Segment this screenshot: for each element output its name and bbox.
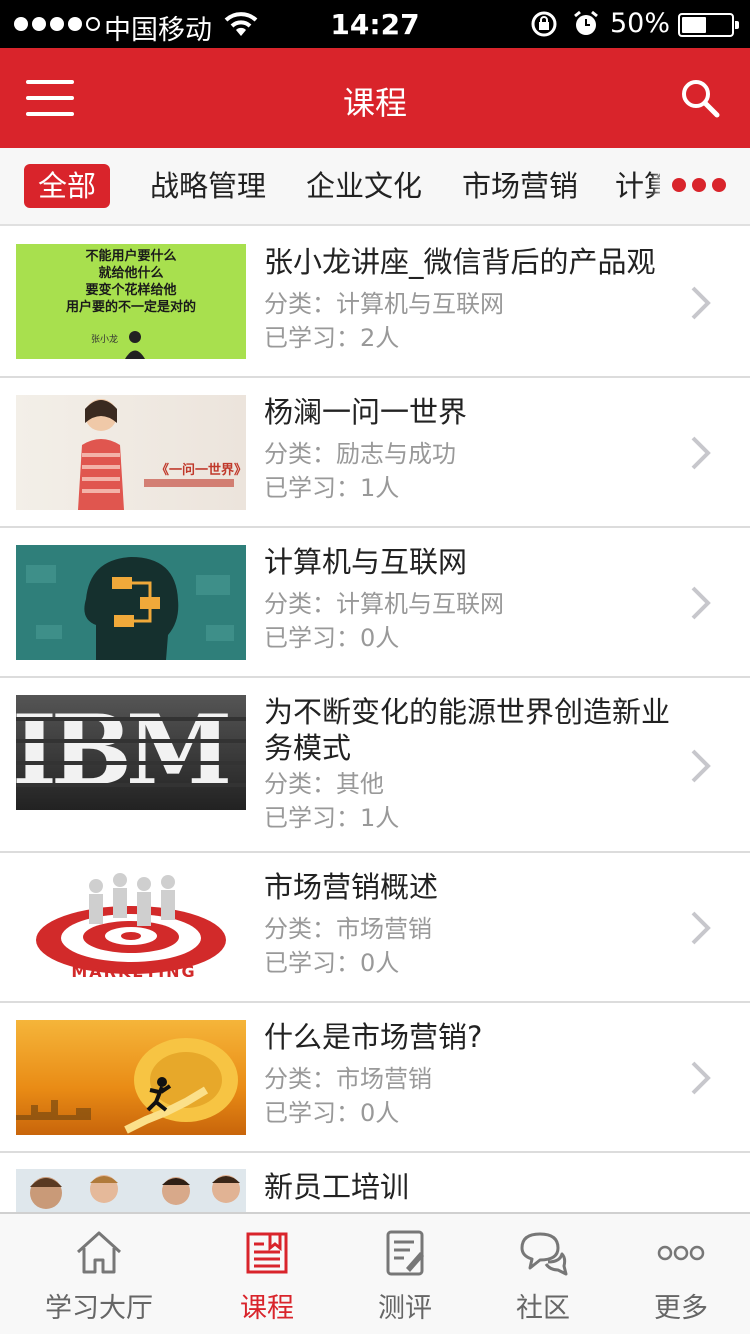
tab-label: 学习大厅 (45, 1293, 153, 1324)
course-thumbnail: 《一问一世界》 (16, 395, 246, 510)
app-header: 课程 (0, 48, 750, 148)
tab-label: 社区 (516, 1293, 570, 1324)
chevron-right-icon (691, 286, 711, 320)
course-title: 什么是市场营销? (264, 1020, 483, 1054)
team-photo (16, 1169, 246, 1212)
course-title: 杨澜一问一世界 (264, 395, 468, 429)
assessment-icon (386, 1230, 424, 1276)
list-item[interactable]: 什么是市场营销? 分类：市场营销 已学习：0人 (0, 1003, 750, 1153)
battery-icon (678, 13, 739, 37)
course-title: 张小龙讲座_微信背后的产品观 (264, 245, 656, 279)
chat-bubbles-icon (520, 1232, 568, 1276)
marketing-word: MARKETING (71, 962, 197, 981)
tab-marketing[interactable]: 市场营销 (462, 164, 578, 208)
course-title: 计算机与互联网 (264, 545, 468, 579)
chevron-right-icon (691, 911, 711, 945)
course-learners: 已学习：0人 (264, 949, 400, 977)
course-category: 分类：计算机与互联网 (264, 290, 504, 318)
course-thumbnail: IBM (16, 695, 246, 810)
tabs-fade (650, 148, 670, 224)
woman-photo (78, 399, 124, 510)
rotation-lock-icon (531, 11, 557, 37)
tab-courses[interactable]: 课程 (192, 1214, 342, 1334)
list-item[interactable]: IBM 为不断变化的能源世界创造新业务模式 分类：其他 已学习：1人 (0, 678, 750, 853)
tab-label: 课程 (240, 1293, 294, 1324)
thumb-text-line: 就给他什么 (98, 266, 164, 281)
list-item[interactable]: 计算机与互联网 分类：计算机与互联网 已学习：0人 (0, 528, 750, 678)
course-category: 分类：市场营销 (264, 1065, 432, 1093)
chevron-right-icon (691, 436, 711, 470)
more-icon (657, 1245, 705, 1261)
category-tabs: 全部 战略管理 企业文化 市场营销 计算 (0, 148, 750, 226)
thumb-caption: 张小龙 (91, 335, 119, 345)
course-thumbnail: MARKETING (16, 870, 246, 985)
alarm-icon (574, 10, 598, 35)
list-item[interactable]: 新员工培训 (0, 1153, 750, 1212)
page-title: 课程 (342, 84, 407, 122)
course-book-icon (246, 1232, 288, 1274)
course-title: 新员工培训 (264, 1170, 410, 1204)
battery-level (682, 17, 706, 33)
course-category: 分类：市场营销 (264, 915, 432, 943)
course-thumbnail (16, 1169, 246, 1212)
search-icon[interactable] (680, 78, 720, 118)
chevron-right-icon (691, 749, 711, 783)
list-item[interactable]: 不能用户要什么 就给他什么 要变个花样给他 用户要的不一定是对的 张小龙 张小龙… (0, 228, 750, 378)
chevron-right-icon (691, 1061, 711, 1095)
tab-label: 测评 (378, 1293, 432, 1324)
tab-all[interactable]: 全部 (24, 164, 111, 208)
thumb-title: 《一问一世界》 (156, 463, 246, 478)
tab-community[interactable]: 社区 (468, 1214, 618, 1334)
thumb-text-line: 用户要的不一定是对的 (65, 300, 196, 315)
course-list: 不能用户要什么 就给他什么 要变个花样给他 用户要的不一定是对的 张小龙 张小龙… (0, 228, 750, 1212)
status-bar: 中国移动 14:27 50% (0, 0, 750, 48)
course-title: 为不断变化的能源世界创造新业务模式 (264, 695, 671, 765)
chevron-right-icon (691, 586, 711, 620)
bottom-tab-bar: 学习大厅 课程 测评 社区 更多 (0, 1212, 750, 1334)
tab-strategy-management[interactable]: 战略管理 (150, 164, 266, 208)
tab-label: 更多 (654, 1293, 708, 1324)
tab-corporate-culture[interactable]: 企业文化 (306, 164, 422, 208)
head-flowchart-illustration (26, 557, 234, 660)
course-category: 分类：计算机与互联网 (264, 590, 504, 618)
home-icon (76, 1231, 122, 1274)
course-thumbnail (16, 545, 246, 660)
course-thumbnail (16, 1020, 246, 1135)
person-photo (125, 331, 145, 359)
course-category: 分类：励志与成功 (264, 440, 456, 468)
thumb-text-line: 不能用户要什么 (85, 249, 177, 264)
course-thumbnail: 不能用户要什么 就给他什么 要变个花样给他 用户要的不一定是对的 张小龙 (16, 244, 246, 359)
more-dots-icon[interactable] (668, 178, 726, 192)
course-title: 市场营销概述 (264, 870, 439, 904)
battery-percentage: 50% (610, 8, 671, 39)
course-learners: 已学习：2人 (264, 324, 400, 352)
thumb-text-line: 要变个花样给他 (85, 283, 177, 298)
course-learners: 已学习：0人 (264, 1099, 400, 1127)
list-item[interactable]: 《一问一世界》 杨澜一问一世界 分类：励志与成功 已学习：1人 (0, 378, 750, 528)
tab-learning-hall[interactable]: 学习大厅 (24, 1214, 174, 1334)
course-learners: 已学习：0人 (264, 624, 400, 652)
course-category: 分类：其他 (264, 770, 384, 798)
tab-more[interactable]: 更多 (606, 1214, 750, 1334)
tab-assessment[interactable]: 测评 (330, 1214, 480, 1334)
list-item[interactable]: MARKETING 市场营销概述 分类：市场营销 已学习：0人 (0, 853, 750, 1003)
course-learners: 已学习：1人 (264, 474, 400, 502)
course-learners: 已学习：1人 (264, 804, 400, 832)
business-stairs-illustration (16, 1038, 238, 1134)
